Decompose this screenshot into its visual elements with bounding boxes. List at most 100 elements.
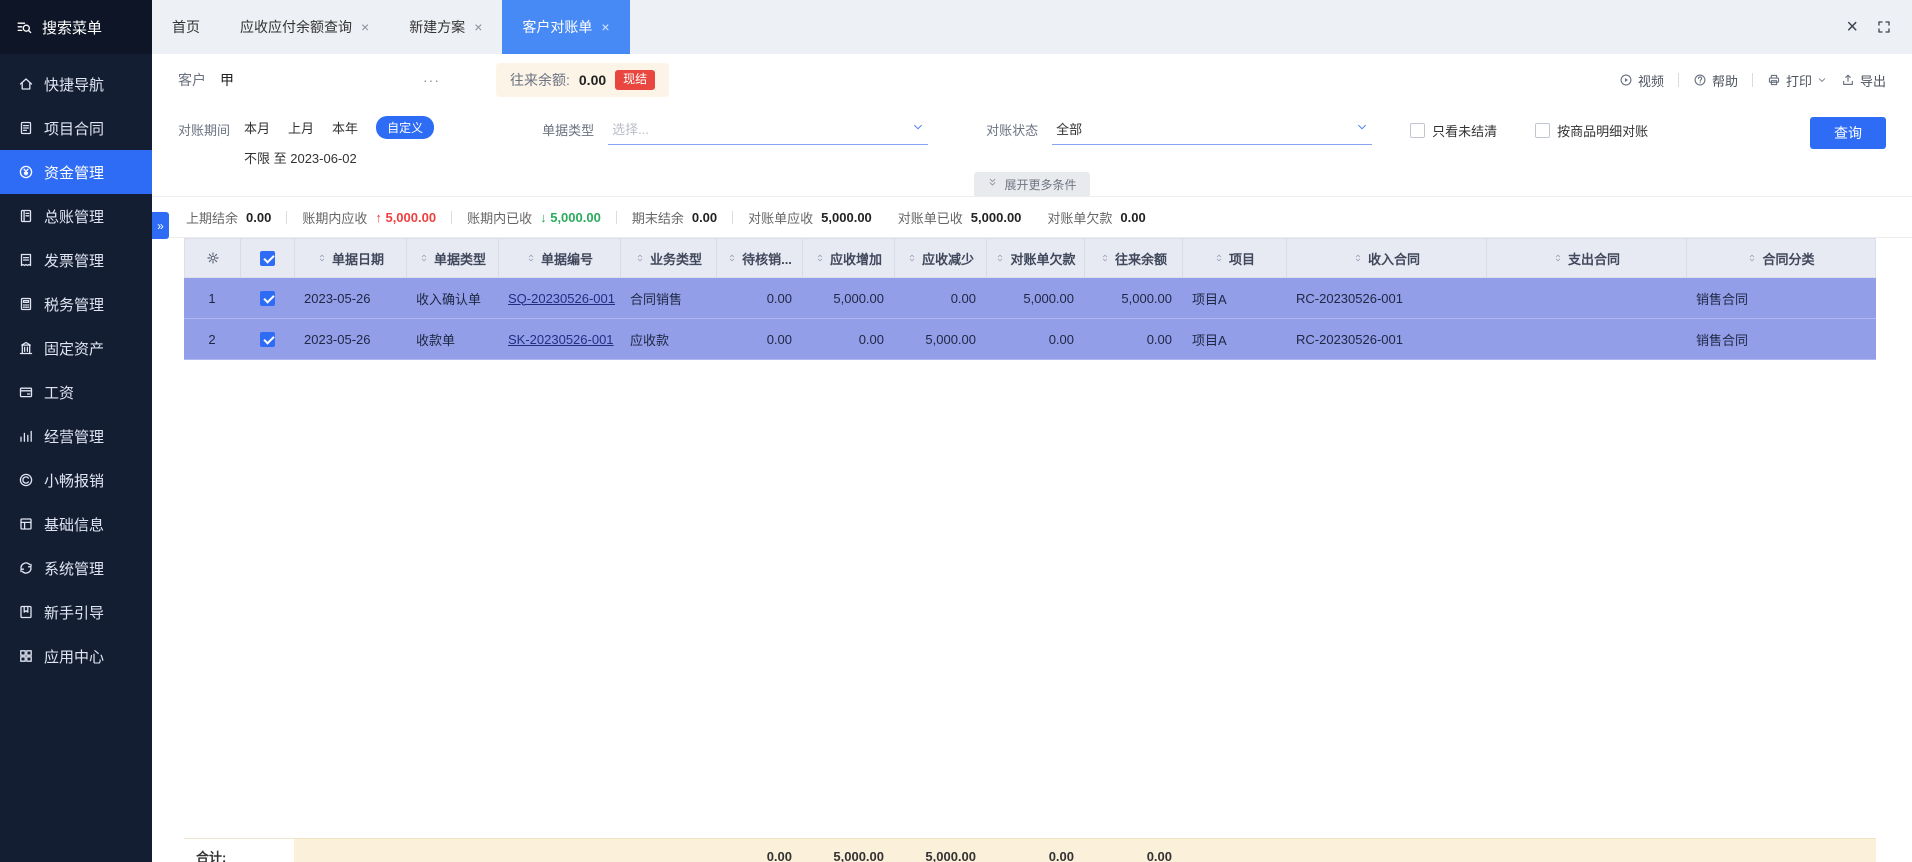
unsettled-checkbox[interactable]: 只看未结清 xyxy=(1410,121,1497,140)
action-video[interactable]: 视频 xyxy=(1619,71,1664,90)
column-header[interactable]: 单据类型 xyxy=(407,239,499,277)
sort-icon[interactable] xyxy=(1214,253,1224,263)
sidebar-search[interactable]: 搜索菜单 xyxy=(0,0,152,54)
tab-label: 应收应付余额查询 xyxy=(240,19,352,35)
column-header[interactable]: 项目 xyxy=(1183,239,1287,277)
chevron-down-icon xyxy=(912,120,924,138)
row-checkbox[interactable] xyxy=(259,290,275,306)
sidebar-item[interactable]: 工资 xyxy=(0,370,152,414)
doc-number-link[interactable]: SK-20230526-001 xyxy=(508,332,614,347)
doc-type-select[interactable]: 选择... xyxy=(608,116,929,145)
tab-bar: 首页 应收应付余额查询 × 新建方案 × 客户对账单 × × xyxy=(152,0,1912,54)
customer-field[interactable]: 客户 甲 ··· xyxy=(178,70,440,90)
sort-icon[interactable] xyxy=(419,253,429,263)
customer-more-button[interactable]: ··· xyxy=(423,72,440,88)
sort-icon[interactable] xyxy=(1747,253,1757,263)
status-select[interactable]: 全部 xyxy=(1052,116,1373,145)
column-header[interactable]: 往来余额 xyxy=(1085,239,1183,277)
doc-number-link[interactable]: SQ-20230526-001 xyxy=(508,291,615,306)
sidebar-item[interactable]: 资金管理 xyxy=(0,150,152,194)
summary-item: 对账单应收 5,000.00 xyxy=(748,208,872,227)
period-range[interactable]: 不限 至 2023-06-02 xyxy=(244,148,434,167)
column-header[interactable]: 支出合同 xyxy=(1487,239,1687,277)
sidebar-item[interactable]: 税务管理 xyxy=(0,282,152,326)
sidebar-item[interactable]: 小畅报销 xyxy=(0,458,152,502)
product-detail-checkbox[interactable]: 按商品明细对账 xyxy=(1535,121,1648,140)
action-print[interactable]: 打印 xyxy=(1767,71,1827,90)
column-header[interactable]: 对账单欠款 xyxy=(987,239,1085,277)
base-info-icon xyxy=(18,516,34,532)
checkbox-checked[interactable] xyxy=(260,250,275,266)
column-header[interactable]: 合同分类 xyxy=(1687,239,1875,277)
column-header[interactable]: 待核销... xyxy=(717,239,803,277)
row-checkbox[interactable] xyxy=(259,331,275,347)
period-option[interactable]: 本月 xyxy=(244,118,270,137)
action-export[interactable]: 导出 xyxy=(1841,71,1886,90)
filter-bar: 对账期间 本月 上月 本年 自定义 不限 至 2023-06-02 单据类型 选择..… xyxy=(152,106,1912,172)
panel-expand-button[interactable]: » xyxy=(152,212,169,239)
column-header[interactable]: 收入合同 xyxy=(1287,239,1487,277)
customer-value[interactable]: 甲 xyxy=(220,70,409,90)
column-header[interactable]: 单据编号 xyxy=(499,239,621,277)
customer-label: 客户 xyxy=(178,72,206,88)
fullscreen-icon[interactable] xyxy=(1876,19,1892,35)
column-header[interactable]: 应收增加 xyxy=(803,239,895,277)
sort-icon[interactable] xyxy=(317,253,327,263)
column-header-label: 待核销... xyxy=(742,251,792,267)
table-row[interactable]: 1 2023-05-26 收入确认单 SQ-20230526-001 合同销售 0.00 5… xyxy=(184,278,1876,319)
column-header[interactable]: 单据日期 xyxy=(295,239,407,277)
table-row[interactable]: 2 2023-05-26 收款单 SK-20230526-001 应收款 0.00 0.00… xyxy=(184,319,1876,360)
action-help[interactable]: 帮助 xyxy=(1693,71,1738,90)
system-icon xyxy=(18,560,34,576)
tab[interactable]: 新建方案 × xyxy=(389,0,502,54)
sidebar-item[interactable]: 固定资产 xyxy=(0,326,152,370)
expand-more-button[interactable]: 展开更多条件 xyxy=(974,171,1090,197)
column-settings-button[interactable] xyxy=(185,239,241,277)
column-header[interactable]: 应收减少 xyxy=(895,239,987,277)
select-all-checkbox[interactable] xyxy=(241,239,295,277)
summary-item-value: 0.00 xyxy=(246,209,272,225)
tab-close-icon[interactable]: × xyxy=(474,20,482,34)
sort-icon[interactable] xyxy=(815,253,825,263)
sidebar-item[interactable]: 经营管理 xyxy=(0,414,152,458)
sidebar-item[interactable]: 发票管理 xyxy=(0,238,152,282)
query-button[interactable]: 查询 xyxy=(1810,117,1886,149)
sort-icon[interactable] xyxy=(1353,253,1363,263)
sidebar-item[interactable]: 新手引导 xyxy=(0,590,152,634)
total-label: 合计: xyxy=(184,838,294,862)
tab[interactable]: 应收应付余额查询 × xyxy=(220,0,389,54)
tab-close-icon[interactable]: × xyxy=(361,20,369,34)
tab-close-icon[interactable]: × xyxy=(601,20,609,34)
close-icon[interactable]: × xyxy=(1846,17,1858,37)
sidebar-item[interactable]: 基础信息 xyxy=(0,502,152,546)
total-cell xyxy=(1686,838,1876,862)
sidebar-item[interactable]: 系统管理 xyxy=(0,546,152,590)
period-option[interactable]: 本年 xyxy=(332,118,358,137)
tab[interactable]: 首页 xyxy=(152,0,220,54)
sort-icon[interactable] xyxy=(635,253,645,263)
sidebar-item-label: 经营管理 xyxy=(44,428,105,446)
column-header[interactable]: 业务类型 xyxy=(621,239,717,277)
tab[interactable]: 客户对账单 × xyxy=(502,0,630,54)
sidebar-item[interactable]: 总账管理 xyxy=(0,194,152,238)
checkbox-unchecked[interactable] xyxy=(1410,123,1426,138)
sort-icon[interactable] xyxy=(995,253,1005,263)
action-label: 导出 xyxy=(1859,73,1886,89)
sort-icon[interactable] xyxy=(526,253,536,263)
row-checkbox-cell[interactable] xyxy=(240,278,294,318)
sidebar-item[interactable]: 快捷导航 xyxy=(0,62,152,106)
period-option[interactable]: 自定义 xyxy=(376,116,435,139)
sidebar-item[interactable]: 应用中心 xyxy=(0,634,152,678)
quick-nav-icon xyxy=(18,76,34,92)
row-checkbox-cell[interactable] xyxy=(240,319,294,359)
sort-icon[interactable] xyxy=(1553,253,1563,263)
sort-icon[interactable] xyxy=(1100,253,1110,263)
period-option[interactable]: 上月 xyxy=(288,118,314,137)
sort-icon[interactable] xyxy=(907,253,917,263)
toolbar: 客户 甲 ··· 往来余额: 0.00 现结 视频 帮助 打印 导出 xyxy=(152,54,1912,106)
sort-icon[interactable] xyxy=(727,253,737,263)
sidebar-item[interactable]: 项目合同 xyxy=(0,106,152,150)
checkbox-unchecked[interactable] xyxy=(1535,123,1551,138)
total-cell xyxy=(406,838,498,862)
total-cell xyxy=(620,838,716,862)
